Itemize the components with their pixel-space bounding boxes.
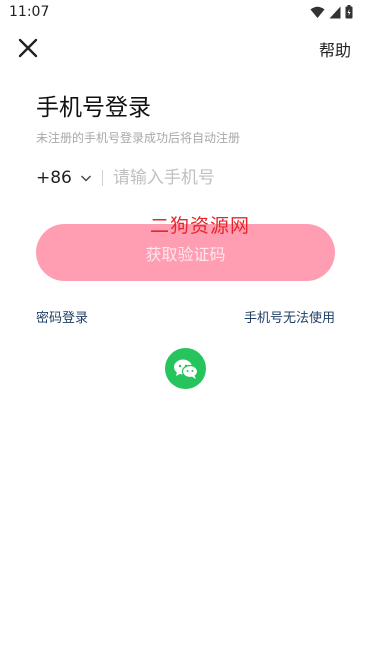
status-time: 11:07 [9,4,50,20]
wechat-login-button[interactable] [165,348,206,389]
status-bar: 11:07 [0,0,371,26]
page-title: 手机号登录 [36,95,151,121]
battery-icon [345,5,353,19]
phone-unavailable-link[interactable]: 手机号无法使用 [244,307,335,326]
get-code-label: 获取验证码 [145,244,226,264]
page-subtitle: 未注册的手机号登录成功后将自动注册 [36,131,241,145]
help-link[interactable]: 帮助 [319,37,351,61]
wechat-icon [173,359,198,379]
close-button[interactable] [16,36,40,60]
chevron-down-icon[interactable] [80,172,92,184]
country-code-selector[interactable]: +86 [36,168,72,188]
phone-row: +86 [36,166,336,190]
wifi-icon [310,6,325,18]
password-login-link[interactable]: 密码登录 [36,307,88,326]
status-icons [310,5,353,19]
close-icon [18,38,38,58]
watermark-text: 二狗资源网 [150,215,251,237]
signal-icon [329,6,341,18]
phone-input[interactable] [112,168,313,188]
divider [101,170,103,186]
